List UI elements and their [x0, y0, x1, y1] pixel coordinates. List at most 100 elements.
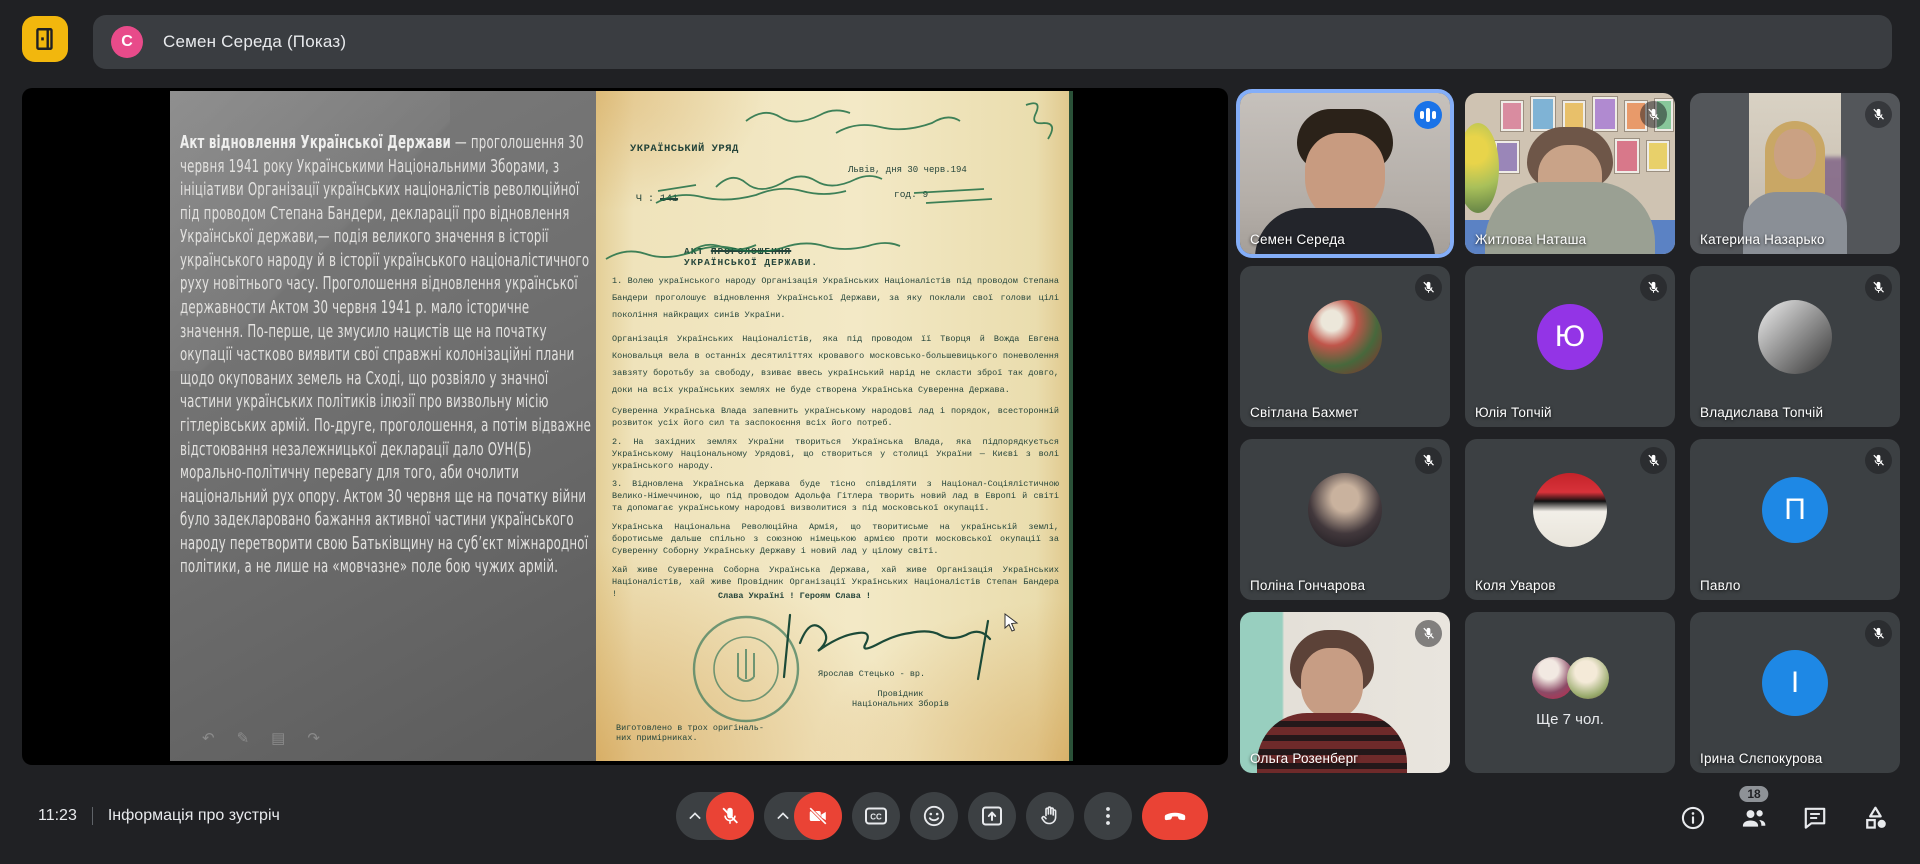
doc-paragraph: Суверенна Українська Влада запевнить укр…: [612, 406, 1059, 430]
doc-paragraph: 3. Відновлена Українська Держава буде ті…: [612, 479, 1059, 515]
prev-slide-icon: ↶: [202, 729, 215, 747]
participant-tile-zhytlova[interactable]: Житлова Наташа: [1465, 93, 1675, 254]
activities-button[interactable]: [1862, 804, 1890, 832]
presenter-pill[interactable]: С Семен Середа (Показ): [93, 15, 1892, 69]
avatar: [1758, 300, 1832, 374]
participant-tile-kateryna[interactable]: Катерина Назарько: [1690, 93, 1900, 254]
camera-off-icon[interactable]: [794, 792, 842, 840]
next-slide-icon: ↷: [307, 729, 320, 747]
participants-button[interactable]: 18: [1740, 804, 1768, 832]
mic-off-icon: [1415, 447, 1442, 474]
meeting-info-label[interactable]: Інформація про зустріч: [108, 807, 280, 825]
chat-icon: [1802, 805, 1828, 831]
doc-paragraph: Українська Національна Революційна Армія…: [612, 522, 1059, 558]
doc-title: АКТ ПРОГОЛОШЕННЯ УКРАЇНСЬКОЇ ДЕРЖАВИ.: [684, 235, 818, 268]
participant-name: Поліна Гончарова: [1250, 578, 1365, 593]
camera-toggle-button[interactable]: [764, 792, 842, 840]
doc-body: 1. Волею українського народу Організація…: [612, 273, 1059, 607]
raise-hand-button[interactable]: [1026, 792, 1074, 840]
doc-date: Львів, дня 30 черв.194: [848, 165, 967, 175]
participant-tile-polina[interactable]: Поліна Гончарова: [1240, 439, 1450, 600]
shared-slide: Акт відновлення Української Держави — пр…: [170, 91, 1073, 761]
meeting-details-button[interactable]: [1680, 805, 1706, 831]
participant-tile-iryna[interactable]: І Ірина Слєпокурова: [1690, 612, 1900, 773]
participant-tile-pavlo[interactable]: П Павло: [1690, 439, 1900, 600]
top-bar: С Семен Середа (Показ): [0, 0, 1920, 70]
doc-footnote: Виготовлено в трох оригіналь- них примір…: [616, 723, 764, 743]
doc-paragraph: 2. На західних землях України твориться …: [612, 437, 1059, 473]
participant-name: Коля Уваров: [1475, 578, 1556, 593]
avatar: [1308, 300, 1382, 374]
participant-name: Ірина Слєпокурова: [1700, 751, 1822, 766]
participant-tile-kolya[interactable]: Коля Уваров: [1465, 439, 1675, 600]
mic-off-icon: [1865, 447, 1892, 474]
avatar: І: [1762, 650, 1828, 716]
presenter-cursor: [1004, 613, 1020, 633]
avatar: Ю: [1537, 304, 1603, 370]
mic-off-icon: [1865, 620, 1892, 647]
end-call-button[interactable]: [1142, 792, 1208, 840]
right-controls: 18: [1680, 804, 1890, 832]
round-stamp: [688, 611, 804, 727]
door-icon-glyph: [32, 26, 58, 52]
mic-off-icon: [1865, 101, 1892, 128]
chevron-up-icon[interactable]: [689, 812, 701, 820]
participant-tile-semen[interactable]: Семен Середа: [1240, 93, 1450, 254]
participant-name: Ольга Розенберг: [1250, 751, 1358, 766]
avatar: [1567, 657, 1609, 699]
mic-off-icon: [1640, 447, 1667, 474]
more-dots-icon: [1096, 804, 1120, 828]
reactions-button[interactable]: [910, 792, 958, 840]
present-screen-button[interactable]: [968, 792, 1016, 840]
participant-tile-svitlana[interactable]: Світлана Бахмет: [1240, 266, 1450, 427]
mic-off-icon: [1415, 620, 1442, 647]
participant-name: Катерина Назарько: [1700, 232, 1825, 247]
audio-level-icon: [1414, 101, 1442, 129]
participant-name: Юлія Топчій: [1475, 405, 1552, 420]
call-controls: CC: [676, 792, 1208, 840]
chevron-up-icon[interactable]: [777, 812, 789, 820]
control-bar: 11:23 Інформація про зустріч CC: [0, 784, 1920, 864]
mic-off-icon[interactable]: [706, 792, 754, 840]
doc-slava-line: Слава Україні ! Героям Слава !: [718, 591, 871, 601]
slide-body: — проголошення 30 червня 1941 року Украї…: [180, 132, 591, 577]
overflow-avatars: [1532, 657, 1609, 699]
svg-text:CC: CC: [870, 813, 882, 822]
slide-title: Акт відновлення Української Держави: [180, 132, 451, 153]
mic-toggle-button[interactable]: [676, 792, 754, 840]
chat-button[interactable]: [1802, 805, 1828, 831]
avatar: П: [1762, 477, 1828, 543]
shapes-icon: [1862, 804, 1890, 832]
participant-name: Павло: [1700, 578, 1741, 593]
smiley-icon: [922, 804, 946, 828]
captions-icon: CC: [864, 804, 888, 828]
participant-tile-olga[interactable]: Ольга Розенберг: [1240, 612, 1450, 773]
historical-document-scan: УКРАЇНСЬКИЙ УРЯД Ч : 141 Львів, дня 30 ч…: [596, 91, 1073, 761]
doc-header: УКРАЇНСЬКИЙ УРЯД: [630, 143, 739, 155]
divider: [92, 807, 93, 825]
info-icon: [1680, 805, 1706, 831]
people-icon: [1740, 804, 1768, 832]
presenter-avatar: С: [111, 26, 143, 58]
door-extension-icon[interactable]: [22, 16, 68, 62]
participant-tile-vladyslava[interactable]: Владислава Топчій: [1690, 266, 1900, 427]
clock-time: 11:23: [38, 807, 77, 825]
slide-text: Акт відновлення Української Держави — пр…: [180, 131, 593, 579]
participants-grid: Семен Середа Житлова Наташа: [1240, 93, 1900, 773]
participant-name: Владислава Топчій: [1700, 405, 1823, 420]
doc-number: Ч : 141: [636, 183, 678, 205]
participant-tile-overflow[interactable]: Ще 7 чол.: [1465, 612, 1675, 773]
overflow-count-label: Ще 7 чол.: [1536, 711, 1604, 728]
mic-off-icon: [1640, 101, 1667, 128]
meeting-info-group: 11:23 Інформація про зустріч: [38, 784, 280, 848]
captions-button[interactable]: CC: [852, 792, 900, 840]
pen-icon: ✎: [237, 729, 250, 747]
more-options-button[interactable]: [1084, 792, 1132, 840]
avatar: [1533, 473, 1607, 547]
presentation-stage: Акт відновлення Української Держави — пр…: [22, 88, 1228, 765]
slideshow-toolbar: ↶ ✎ ▤ ↷: [202, 729, 320, 747]
present-icon: [980, 804, 1004, 828]
participant-tile-yuliya[interactable]: Ю Юлія Топчій: [1465, 266, 1675, 427]
doc-signature-name: Ярослав Стецько - вр.: [818, 669, 925, 679]
hangup-icon: [1162, 803, 1188, 829]
